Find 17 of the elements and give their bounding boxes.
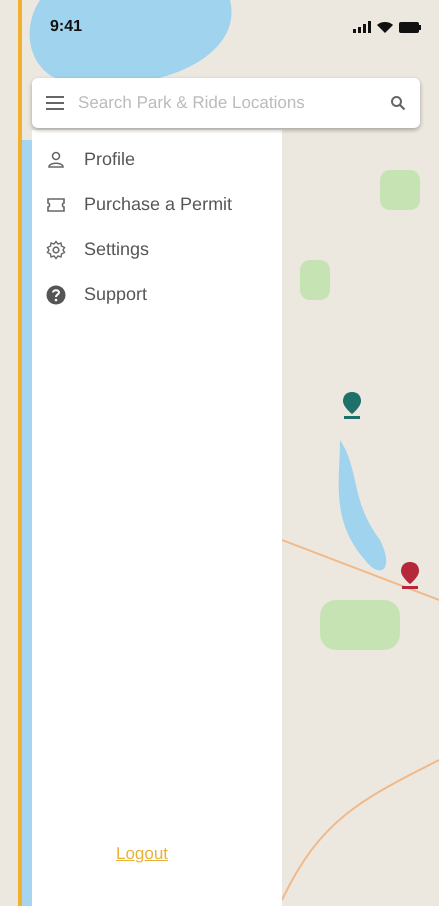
menu-item[interactable]: Support <box>32 275 282 314</box>
menu-icon[interactable] <box>46 96 64 110</box>
search-bar[interactable]: Search Park & Ride Locations <box>32 78 420 128</box>
menu-item[interactable]: Purchase a Permit <box>32 185 282 224</box>
menu-item[interactable]: Profile <box>32 140 282 179</box>
status-time: 9:41 <box>50 18 82 36</box>
signal-icon <box>353 21 371 33</box>
wifi-icon <box>377 21 393 33</box>
person-icon <box>46 150 66 170</box>
menu-item[interactable]: Settings <box>32 230 282 269</box>
map-pin-icon[interactable] <box>342 392 362 420</box>
settings-icon <box>46 240 66 260</box>
help-icon <box>46 284 66 304</box>
map-pin-icon[interactable] <box>400 562 420 590</box>
search-icon[interactable] <box>390 95 406 111</box>
search-field[interactable]: Search Park & Ride Locations <box>78 93 376 113</box>
battery-icon <box>399 22 421 32</box>
